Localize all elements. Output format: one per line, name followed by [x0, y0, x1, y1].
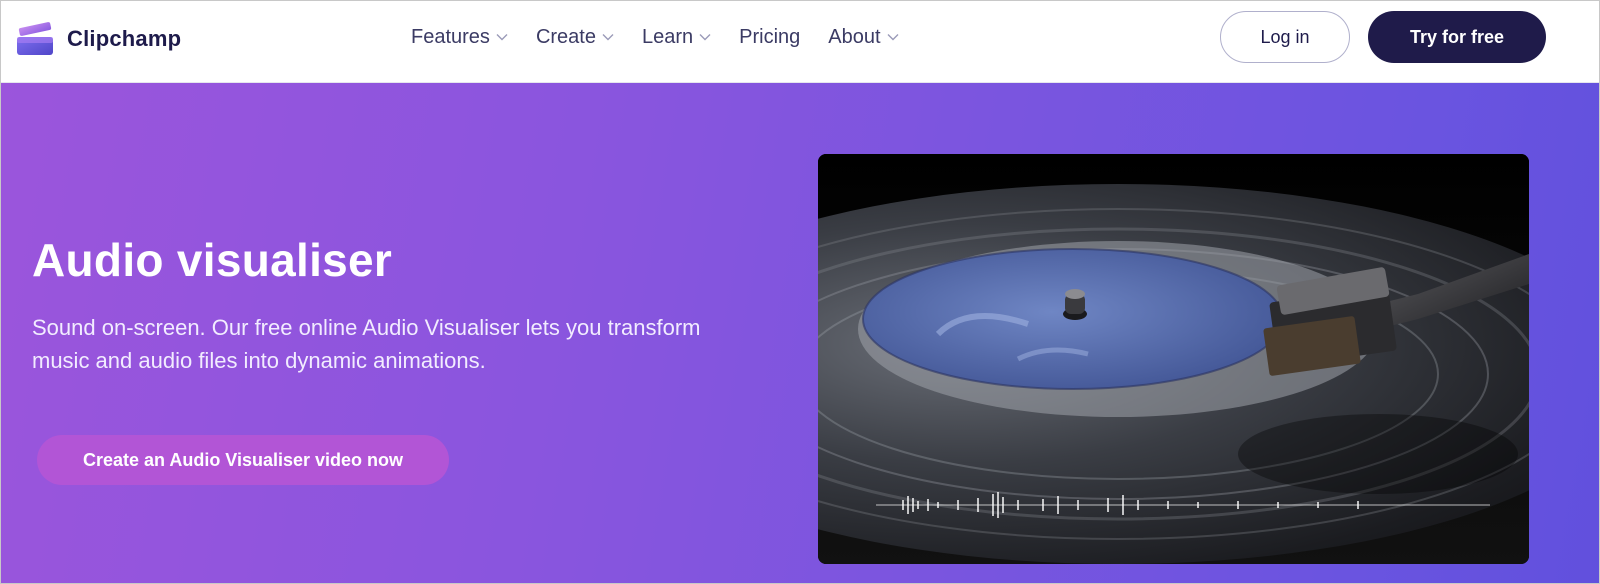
main-nav: Features Create Learn Pricing About — [411, 21, 899, 53]
brand-logo-link[interactable]: Clipchamp — [17, 19, 181, 59]
nav-label: About — [828, 25, 881, 48]
page: Clipchamp Features Create Learn Pricing … — [0, 0, 1600, 584]
site-header: Clipchamp Features Create Learn Pricing … — [1, 1, 1599, 83]
nav-label: Learn — [641, 25, 694, 48]
chevron-down-icon — [887, 34, 899, 41]
nav-label: Features — [411, 25, 490, 48]
login-button[interactable]: Log in — [1220, 11, 1350, 63]
chevron-down-icon — [699, 34, 711, 41]
nav-item-create[interactable]: Create — [536, 26, 614, 49]
create-visualiser-button[interactable]: Create an Audio Visualiser video now — [37, 435, 449, 485]
try-for-free-button[interactable]: Try for free — [1368, 11, 1546, 63]
brand-name: Clipchamp — [67, 26, 182, 51]
nav-item-features[interactable]: Features — [411, 26, 508, 49]
nav-item-pricing[interactable]: Pricing — [739, 26, 800, 49]
nav-item-learn[interactable]: Learn — [642, 26, 711, 49]
vinyl-record-image — [818, 154, 1529, 564]
nav-label: Pricing — [739, 25, 801, 48]
hero-description: Sound on-screen. Our free online Audio V… — [32, 315, 701, 373]
clipchamp-logo-icon — [17, 22, 53, 55]
hero-title: Audio visualiser — [32, 234, 393, 286]
vinyl-record-illustration — [818, 154, 1529, 564]
chevron-down-icon — [496, 34, 508, 41]
chevron-down-icon — [602, 34, 614, 41]
hero-section: Audio visualiser Sound on-screen. Our fr… — [1, 83, 1599, 583]
nav-label: Create — [535, 25, 596, 48]
nav-item-about[interactable]: About — [828, 25, 899, 49]
